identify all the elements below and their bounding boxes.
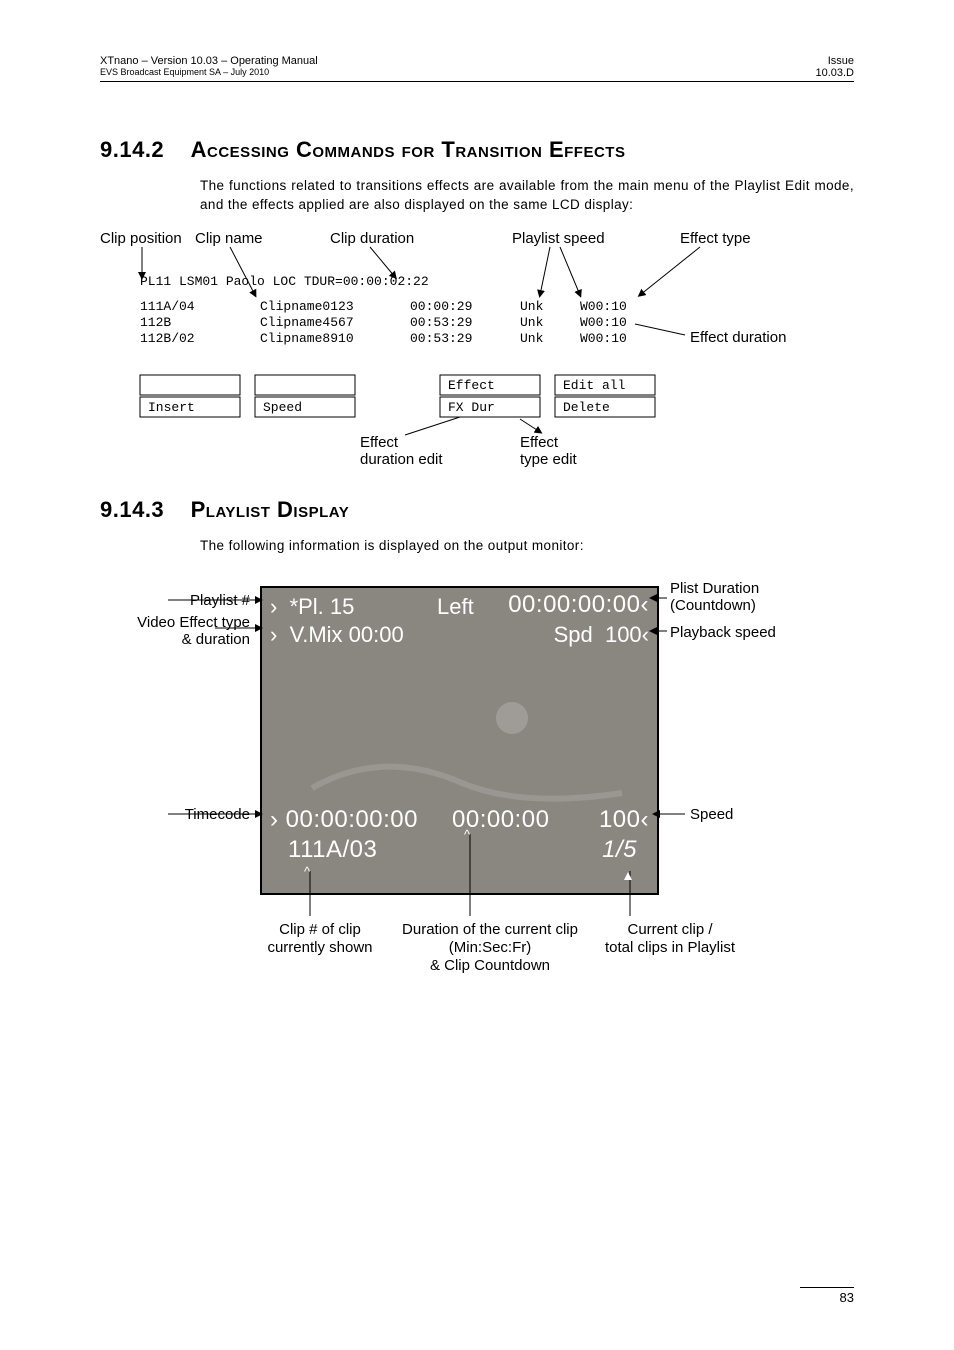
section-title-2: Playlist Display — [191, 497, 350, 522]
label-speed: Speed — [690, 806, 733, 823]
monitor-tc: › 00:00:00:00 — [270, 806, 418, 834]
lcd-figure: Clip position Clip name Clip duration Pl… — [100, 227, 854, 467]
svg-text:Clipname8910: Clipname8910 — [260, 331, 354, 346]
lcd-title: PL11 LSM01 Paolo LOC TDUR=00:00:02:22 — [140, 274, 429, 289]
header-subtitle: EVS Broadcast Equipment SA – July 2010 — [100, 67, 318, 77]
label-effect-duration: Effect duration — [690, 329, 786, 346]
svg-text:W00:10: W00:10 — [580, 299, 627, 314]
lcd-diagram-svg: Clip position Clip name Clip duration Pl… — [100, 227, 860, 467]
btn-fxdur: FX Dur — [448, 400, 495, 415]
section-heading-1: 9.14.2 Accessing Commands for Transition… — [100, 137, 854, 163]
svg-text:Unk: Unk — [520, 315, 544, 330]
btn-effect: Effect — [448, 378, 495, 393]
issue-label: Issue — [815, 55, 854, 67]
svg-text:Unk: Unk — [520, 331, 544, 346]
svg-text:112B/02: 112B/02 — [140, 331, 195, 346]
label-timecode: Timecode — [100, 806, 250, 823]
svg-text:W00:10: W00:10 — [580, 331, 627, 346]
label-clip-position: Clip position — [100, 230, 182, 247]
btn-speed: Speed — [263, 400, 302, 415]
arrow-icon: › — [270, 806, 279, 833]
monitor-clip-id: 111A/03 — [288, 836, 377, 864]
monitor-figure: Playlist # Video Effect type & duration … — [100, 576, 840, 1076]
section1-text: The functions related to transitions eff… — [200, 177, 854, 215]
label-video-effect: Video Effect type & duration — [100, 614, 250, 649]
svg-text:112B: 112B — [140, 315, 171, 330]
monitor-clip-count: 1/5 — [602, 836, 637, 864]
svg-text:Effect: Effect — [520, 434, 559, 451]
svg-text:Clipname0123: Clipname0123 — [260, 299, 354, 314]
btn-insert: Insert — [148, 400, 195, 415]
arrow-icon: ‹ — [641, 806, 650, 833]
monitor-clip-dur: 00:00:00 — [452, 806, 549, 834]
output-monitor: › *Pl. 15 Left 00:00:00:00‹ › V.Mix 00:0… — [260, 586, 659, 895]
section2-text: The following information is displayed o… — [200, 537, 854, 556]
svg-text:00:53:29: 00:53:29 — [410, 331, 472, 346]
issue-number: 10.03.D — [815, 67, 854, 79]
label-playlist-num: Playlist # — [100, 592, 250, 609]
label-playback-speed: Playback speed — [670, 624, 776, 641]
btn-editall: Edit all — [563, 378, 626, 393]
label-duration: Duration of the current clip (Min:Sec:Fr… — [390, 921, 590, 975]
label-clip-shown: Clip # of clip currently shown — [240, 921, 400, 957]
section-title: Accessing Commands for Transition Effect… — [191, 137, 626, 162]
section-number-2: 9.14.3 — [100, 497, 164, 522]
svg-text:W00:10: W00:10 — [580, 315, 627, 330]
monitor-clip-spd: 100‹ — [599, 806, 649, 834]
svg-text:Clipname4567: Clipname4567 — [260, 315, 354, 330]
svg-text:00:00:29: 00:00:29 — [410, 299, 472, 314]
page-number: 83 — [800, 1287, 854, 1305]
svg-text:00:53:29: 00:53:29 — [410, 315, 472, 330]
svg-text:duration edit: duration edit — [360, 451, 443, 468]
label-playlist-speed: Playlist speed — [512, 230, 605, 247]
label-effect-type: Effect type — [680, 230, 751, 247]
label-plist-duration: Plist Duration (Countdown) — [670, 580, 759, 615]
label-current-clip: Current clip / total clips in Playlist — [590, 921, 750, 957]
label-clip-name: Clip name — [195, 230, 263, 247]
section-number: 9.14.2 — [100, 137, 164, 162]
svg-text:111A/04: 111A/04 — [140, 299, 195, 314]
label-clip-duration: Clip duration — [330, 230, 414, 247]
page-header: XTnano – Version 10.03 – Operating Manua… — [100, 55, 854, 82]
section-heading-2: 9.14.3 Playlist Display — [100, 497, 854, 523]
header-title: XTnano – Version 10.03 – Operating Manua… — [100, 55, 318, 67]
btn-delete: Delete — [563, 400, 610, 415]
svg-text:Unk: Unk — [520, 299, 544, 314]
svg-text:Effect: Effect — [360, 434, 399, 451]
svg-text:type edit: type edit — [520, 451, 578, 468]
